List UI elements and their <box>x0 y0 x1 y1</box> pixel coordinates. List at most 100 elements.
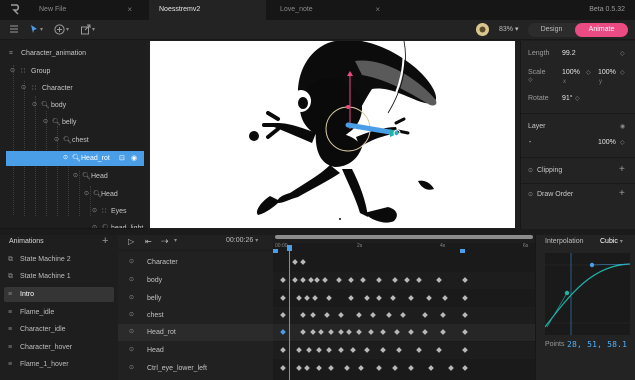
keyframe[interactable] <box>368 329 374 335</box>
work-area-end-handle[interactable] <box>460 249 465 253</box>
keyframe[interactable] <box>380 329 386 335</box>
collapse-toggle-icon[interactable]: ⊙ <box>32 98 37 113</box>
keyframe[interactable] <box>296 295 302 301</box>
track-chest[interactable]: ⊙ chest <box>118 307 273 324</box>
keyframe[interactable] <box>348 295 354 301</box>
keyframe[interactable] <box>408 295 414 301</box>
collapse-toggle-icon[interactable]: ⊙ <box>129 342 134 359</box>
play-icon[interactable]: ▷ <box>128 237 134 246</box>
animation-item-intro[interactable]: ≡ Intro <box>4 287 114 302</box>
keyframe[interactable] <box>422 329 428 335</box>
track-head[interactable]: ⊙ Head <box>118 342 273 359</box>
collapse-toggle-icon[interactable]: ⊙ <box>528 167 533 174</box>
keyframe[interactable] <box>280 365 286 371</box>
keyframe[interactable] <box>338 312 344 318</box>
keyframe[interactable] <box>376 277 382 283</box>
tab-new-file[interactable]: New File × <box>29 0 140 20</box>
artboard-canvas[interactable] <box>150 41 515 228</box>
collapse-toggle-icon[interactable]: ⊙ <box>129 307 134 324</box>
skip-start-icon[interactable]: ⇤ <box>145 237 152 246</box>
keyframe[interactable] <box>300 312 306 318</box>
avatar[interactable] <box>476 23 489 36</box>
scale-y-input[interactable]: 100% <box>598 69 616 76</box>
keyframe[interactable] <box>338 347 344 353</box>
hierarchy-item-eyes[interactable]: ⊙ ∷ Eyes <box>0 204 148 219</box>
keyframe[interactable] <box>462 329 468 335</box>
keyframe[interactable] <box>346 329 352 335</box>
keyframe[interactable] <box>296 347 302 353</box>
keyframe[interactable] <box>380 347 386 353</box>
opacity-input[interactable]: 100% <box>598 139 616 146</box>
blend-mode-select[interactable]: - <box>529 139 531 146</box>
keyframe[interactable] <box>440 329 446 335</box>
chevron-down-icon[interactable]: ▾ <box>66 24 69 36</box>
eye-icon[interactable]: ◉ <box>620 123 625 130</box>
track-body[interactable]: ⊙ body <box>118 272 273 289</box>
keyframe-diamond-icon[interactable]: ◇ <box>620 139 625 146</box>
keyframe[interactable] <box>376 365 382 371</box>
keyframe[interactable] <box>392 277 398 283</box>
keyframe[interactable] <box>416 277 422 283</box>
hierarchy-item-chest[interactable]: ⊙ 🔍︎ chest <box>0 133 148 148</box>
keyframe[interactable] <box>422 312 428 318</box>
keyframe[interactable] <box>304 365 310 371</box>
keyframe[interactable] <box>300 329 306 335</box>
loop-mode-icon[interactable]: ⇢ <box>161 236 169 247</box>
keyframe[interactable] <box>448 365 454 371</box>
animation-item-flame-1-hover[interactable]: ≡ Flame_1_hover <box>4 357 114 372</box>
share-icon[interactable] <box>79 24 91 36</box>
hierarchy-item-body[interactable]: ⊙ 🔍︎ body <box>0 98 148 113</box>
keyframe[interactable] <box>280 347 286 353</box>
keyframe[interactable] <box>386 312 392 318</box>
keyframe[interactable] <box>314 277 320 283</box>
keyframe[interactable] <box>348 277 354 283</box>
hierarchy-item-head-rot[interactable]: ⊙ 🔍︎ Head_rot ⊡ ◉ <box>6 151 144 166</box>
keyframe[interactable] <box>356 329 362 335</box>
track-ctrl-eye-lower-left[interactable]: ⊙ Ctrl_eye_lower_left <box>118 360 273 377</box>
animation-item-character-hover[interactable]: ≡ Character_hover <box>4 340 114 355</box>
collapse-toggle-icon[interactable]: ⊙ <box>21 81 26 96</box>
keyframe-diamond-icon[interactable]: ◇ <box>575 95 580 102</box>
keyframe[interactable] <box>442 295 448 301</box>
collapse-toggle-icon[interactable]: ⊙ <box>528 191 533 198</box>
keyframe[interactable] <box>426 295 432 301</box>
keyframe[interactable] <box>326 295 332 301</box>
keyframe[interactable] <box>394 329 400 335</box>
keyframe[interactable] <box>310 312 316 318</box>
keyframe[interactable] <box>318 329 324 335</box>
collapse-toggle-icon[interactable]: ⊙ <box>129 254 134 271</box>
keyframe[interactable] <box>364 347 370 353</box>
curve-handle-out[interactable] <box>589 262 595 268</box>
keyframe[interactable] <box>280 312 286 318</box>
keyframe[interactable] <box>396 347 402 353</box>
tab-love-note[interactable]: Love_note × <box>270 0 388 20</box>
collapse-toggle-icon[interactable]: ⊙ <box>84 187 89 202</box>
keyframe[interactable] <box>462 347 468 353</box>
select-arrow-icon[interactable] <box>28 24 40 36</box>
keyframe[interactable] <box>338 329 344 335</box>
keyframe[interactable] <box>392 365 398 371</box>
keyframe[interactable] <box>296 365 302 371</box>
keyframe-diamond-icon[interactable]: ◇ <box>586 69 591 76</box>
hierarchy-item-character[interactable]: ⊙ ∷ Character <box>0 81 148 96</box>
current-time[interactable]: 00:00:26 ▾ <box>226 237 258 244</box>
keyframe[interactable] <box>322 277 328 283</box>
keyframe[interactable] <box>356 312 362 318</box>
collapse-toggle-icon[interactable]: ⊙ <box>73 169 78 184</box>
add-clipping-icon[interactable]: + <box>619 164 625 175</box>
keyframe[interactable] <box>360 277 366 283</box>
keyframe[interactable] <box>328 329 334 335</box>
keyframe[interactable] <box>280 295 286 301</box>
chevron-down-icon[interactable]: ▾ <box>40 24 43 36</box>
design-button[interactable]: Design <box>528 23 575 37</box>
keyframe[interactable] <box>408 329 414 335</box>
menu-icon[interactable] <box>8 24 20 36</box>
tab-noesstremv2[interactable]: Noesstremv2 <box>149 0 266 20</box>
keyframe[interactable] <box>292 277 298 283</box>
rotate-input[interactable]: 91° <box>562 95 573 102</box>
keyframe[interactable] <box>304 295 310 301</box>
app-logo-icon[interactable] <box>9 3 21 15</box>
keyframe-diamond-icon[interactable]: ◇ <box>620 50 625 57</box>
hierarchy-item-belly[interactable]: ⊙ 🔍︎ belly <box>0 115 148 130</box>
keyframe[interactable] <box>308 277 314 283</box>
